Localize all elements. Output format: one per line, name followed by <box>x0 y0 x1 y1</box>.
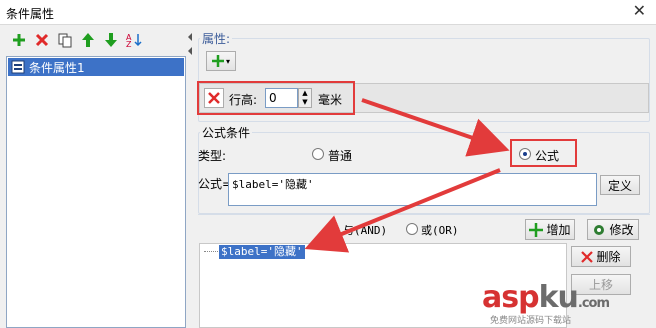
watermark-domain: .com <box>577 296 610 311</box>
watermark-subtitle: 免费网站源码下载站 <box>490 316 572 326</box>
annotation-arrows <box>304 98 510 253</box>
watermark-logo: aspku.com <box>482 280 610 315</box>
watermark-brand2: ku <box>538 280 579 315</box>
watermark-brand: asp <box>482 280 540 315</box>
annotation-arrow-2 <box>304 168 501 253</box>
annotation-arrow-1 <box>361 98 510 157</box>
